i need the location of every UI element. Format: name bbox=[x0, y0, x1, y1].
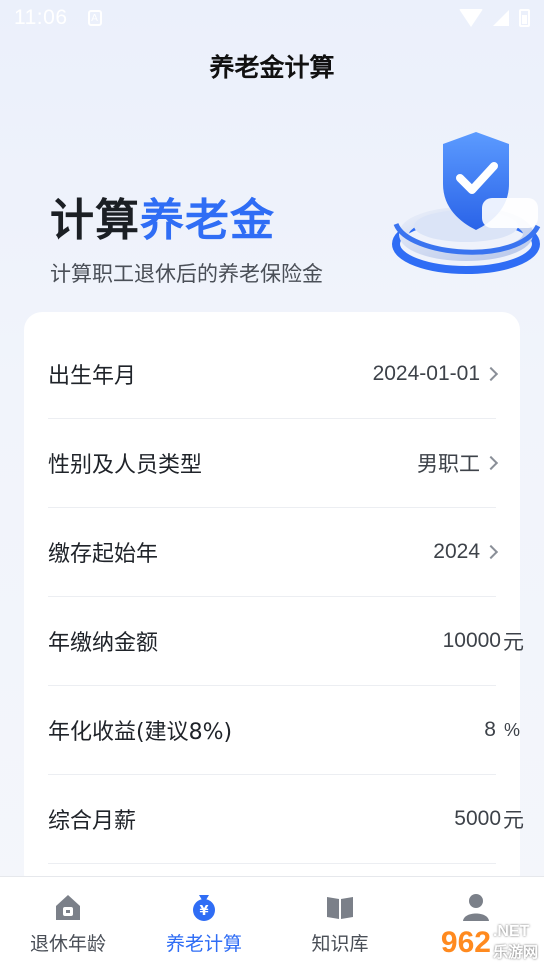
watermark-text: .NET 乐游网 bbox=[493, 923, 538, 962]
wifi-icon bbox=[459, 9, 483, 27]
house-icon bbox=[56, 895, 80, 920]
annual-return-field[interactable]: 8% bbox=[484, 718, 520, 742]
tab-knowledge-base[interactable]: 知识库 bbox=[272, 877, 408, 968]
monthly-salary-row[interactable]: 综合月薪 5000 元 bbox=[48, 775, 524, 864]
chevron-right-icon bbox=[483, 455, 499, 471]
chevron-right-icon bbox=[483, 544, 499, 560]
annual-amount-row[interactable]: 年缴纳金额 10000 元 bbox=[48, 597, 524, 686]
row-label: 出生年月 bbox=[48, 364, 137, 389]
start-year-row[interactable]: 缴存起始年 2024 bbox=[48, 508, 499, 597]
unit-label: % bbox=[503, 719, 520, 740]
tab-retirement-age[interactable]: 退休年龄 bbox=[0, 877, 136, 968]
watermark-suffix: .NET bbox=[492, 923, 530, 940]
tab-label: 养老计算 bbox=[165, 933, 242, 955]
signal-icon bbox=[493, 10, 509, 26]
row-value: 男职工 bbox=[417, 448, 499, 478]
start-year-value: 2024 bbox=[433, 540, 480, 563]
monthly-salary-value: 5000 bbox=[454, 807, 501, 830]
unit-label: 元 bbox=[503, 630, 524, 654]
watermark-logo: 962 .NET 乐游网 bbox=[441, 923, 538, 962]
status-time: 11:06 bbox=[14, 6, 68, 29]
watermark-number: 962 bbox=[440, 925, 491, 959]
hero-title: 计算养老金 bbox=[50, 184, 275, 248]
row-value: 2024-01-01 bbox=[372, 362, 499, 386]
tab-pension-calc[interactable]: ¥ 养老计算 bbox=[136, 877, 272, 968]
annual-return-value: 8 bbox=[484, 718, 496, 741]
page-title: 养老金计算 bbox=[209, 53, 335, 82]
row-label: 性别及人员类型 bbox=[48, 453, 203, 478]
birth-date-row[interactable]: 出生年月 2024-01-01 bbox=[48, 330, 499, 419]
app-notification-icon: A bbox=[87, 10, 102, 26]
hero-title-plain: 计算 bbox=[50, 195, 140, 246]
birth-date-value: 2024-01-01 bbox=[372, 362, 480, 385]
tab-label: 退休年龄 bbox=[29, 933, 106, 955]
row-label: 年缴纳金额 bbox=[48, 631, 159, 656]
hero-title-accent: 养老金 bbox=[140, 195, 275, 246]
book-icon bbox=[327, 897, 353, 919]
row-label: 缴存起始年 bbox=[48, 542, 159, 567]
tab-label: 知识库 bbox=[311, 933, 369, 955]
status-icons bbox=[459, 9, 530, 27]
hero-subtitle: 计算职工退休后的养老保险金 bbox=[50, 262, 323, 286]
user-icon bbox=[463, 894, 489, 921]
battery-icon bbox=[519, 9, 530, 27]
unit-label: 元 bbox=[503, 808, 524, 832]
status-bar: 11:06 A bbox=[0, 0, 544, 36]
svg-text:¥: ¥ bbox=[199, 904, 208, 919]
form-card: 出生年月 2024-01-01 性别及人员类型 男职工 缴存起始年 2024 年… bbox=[24, 312, 524, 892]
row-value: 2024 bbox=[433, 540, 499, 564]
gender-type-row[interactable]: 性别及人员类型 男职工 bbox=[48, 419, 499, 508]
annual-return-row[interactable]: 年化收益(建议8%) 8% bbox=[48, 686, 520, 775]
monthly-salary-field[interactable]: 5000 元 bbox=[454, 804, 524, 834]
row-label: 综合月薪 bbox=[48, 809, 137, 834]
row-label: 年化收益(建议8%) bbox=[48, 720, 233, 745]
money-bag-icon: ¥ bbox=[193, 895, 215, 921]
annual-amount-field[interactable]: 10000 元 bbox=[443, 626, 524, 656]
watermark-name: 乐游网 bbox=[492, 943, 538, 961]
gender-type-value: 男职工 bbox=[417, 452, 480, 476]
chevron-right-icon bbox=[483, 366, 499, 382]
annual-amount-value: 10000 bbox=[442, 629, 501, 652]
shield-illustration-icon bbox=[392, 132, 541, 274]
